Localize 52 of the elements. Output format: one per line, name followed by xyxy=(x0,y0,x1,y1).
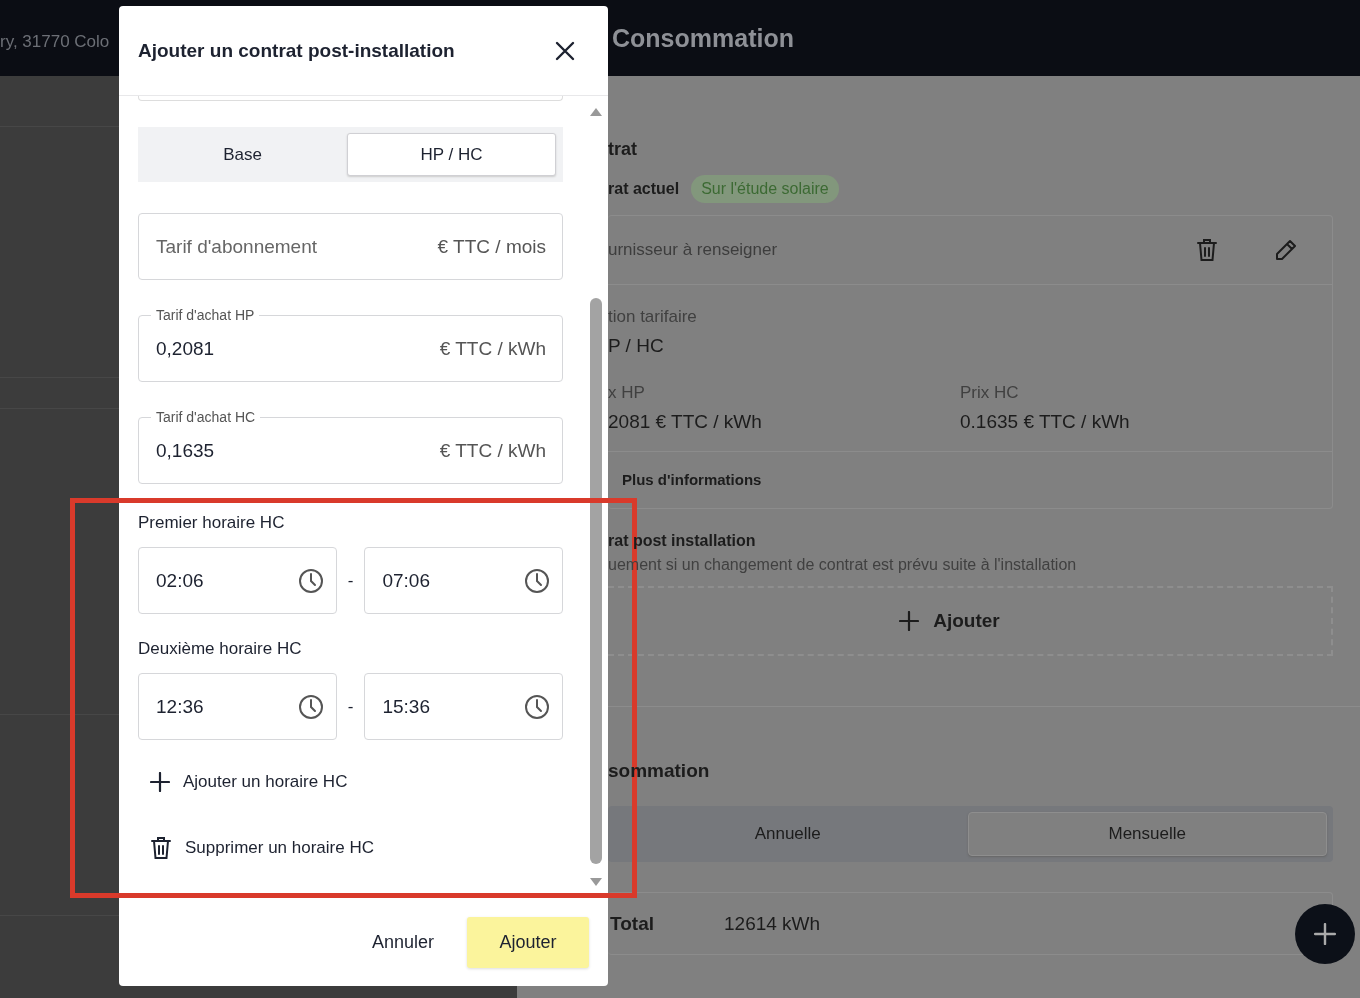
edit-icon[interactable] xyxy=(1274,238,1298,262)
add-schedule-button[interactable]: Ajouter un horaire HC xyxy=(138,772,348,792)
field-value: P / HC xyxy=(608,335,665,357)
close-icon[interactable] xyxy=(554,39,576,62)
clock-icon[interactable] xyxy=(297,567,324,594)
current-contract-label: rat actuel xyxy=(608,180,680,198)
unit-label: € TTC / mois xyxy=(437,235,546,258)
more-info-link[interactable]: Plus d'informations xyxy=(622,471,762,488)
schedule-label: Premier horaire HC xyxy=(138,513,286,533)
field-label: tion tarifaire xyxy=(608,307,698,327)
field-input[interactable]: 0,2081 xyxy=(156,337,440,360)
price-field[interactable]: 0,1635 € TTC / kWh Tarif d'achat HC xyxy=(138,408,563,484)
dialog-title: Ajouter un contrat post-installation xyxy=(138,40,455,62)
total-label: Total xyxy=(609,912,655,935)
price-value: 0.1635 € TTC / kWh xyxy=(960,411,1131,433)
total-value: 12614 kWh xyxy=(724,912,821,935)
field-input[interactable]: Tarif d'abonnement xyxy=(156,235,438,258)
time-field[interactable]: 12:36 xyxy=(138,673,337,740)
range-separator: - xyxy=(346,570,355,591)
unit-label: € TTC / kWh xyxy=(439,439,546,462)
field-input[interactable]: 0,1635 xyxy=(156,439,440,462)
supplier-text: urnisseur à renseigner xyxy=(608,240,779,260)
cancel-button[interactable]: Annuler xyxy=(371,931,434,953)
period-tab[interactable]: Annuelle xyxy=(608,812,968,856)
remove-schedule-button[interactable]: Supprimer un horaire HC xyxy=(138,836,374,860)
clock-icon[interactable] xyxy=(524,693,550,720)
status-tag: Sur l'étude solaire xyxy=(691,175,839,203)
clock-icon[interactable] xyxy=(524,567,550,594)
plus-icon xyxy=(899,611,920,631)
time-field[interactable]: 02:06 xyxy=(138,547,337,614)
tariff-tab[interactable]: Base xyxy=(138,133,347,176)
schedule-label: Deuxième horaire HC xyxy=(138,639,303,659)
price-label: Prix HC xyxy=(960,383,1020,403)
clock-icon[interactable] xyxy=(297,693,324,720)
delete-icon[interactable] xyxy=(150,836,172,860)
plus-icon xyxy=(1314,923,1336,945)
tariff-tab[interactable]: HP / HC xyxy=(347,133,556,176)
price-label: x HP xyxy=(608,383,646,403)
input-field[interactable]: Tarif d'abonnement € TTC / mois xyxy=(138,213,563,280)
time-field[interactable]: 15:36 xyxy=(364,673,563,740)
unit-label: € TTC / kWh xyxy=(439,337,546,360)
header-address: ry, 31770 Colo xyxy=(0,32,110,52)
price-value: 2081 € TTC / kWh xyxy=(608,411,763,433)
period-tab[interactable]: Mensuelle xyxy=(967,812,1327,856)
page-title: Consommation xyxy=(612,23,794,53)
time-field[interactable]: 07:06 xyxy=(364,547,563,614)
submit-button[interactable]: Ajouter xyxy=(467,916,589,968)
plus-icon xyxy=(150,772,170,792)
range-separator: - xyxy=(346,696,355,717)
section-heading: trat xyxy=(608,139,638,161)
price-field[interactable]: 0,2081 € TTC / kWh Tarif d'achat HP xyxy=(138,306,563,382)
add-contract-button[interactable]: Ajouter xyxy=(608,586,1333,656)
